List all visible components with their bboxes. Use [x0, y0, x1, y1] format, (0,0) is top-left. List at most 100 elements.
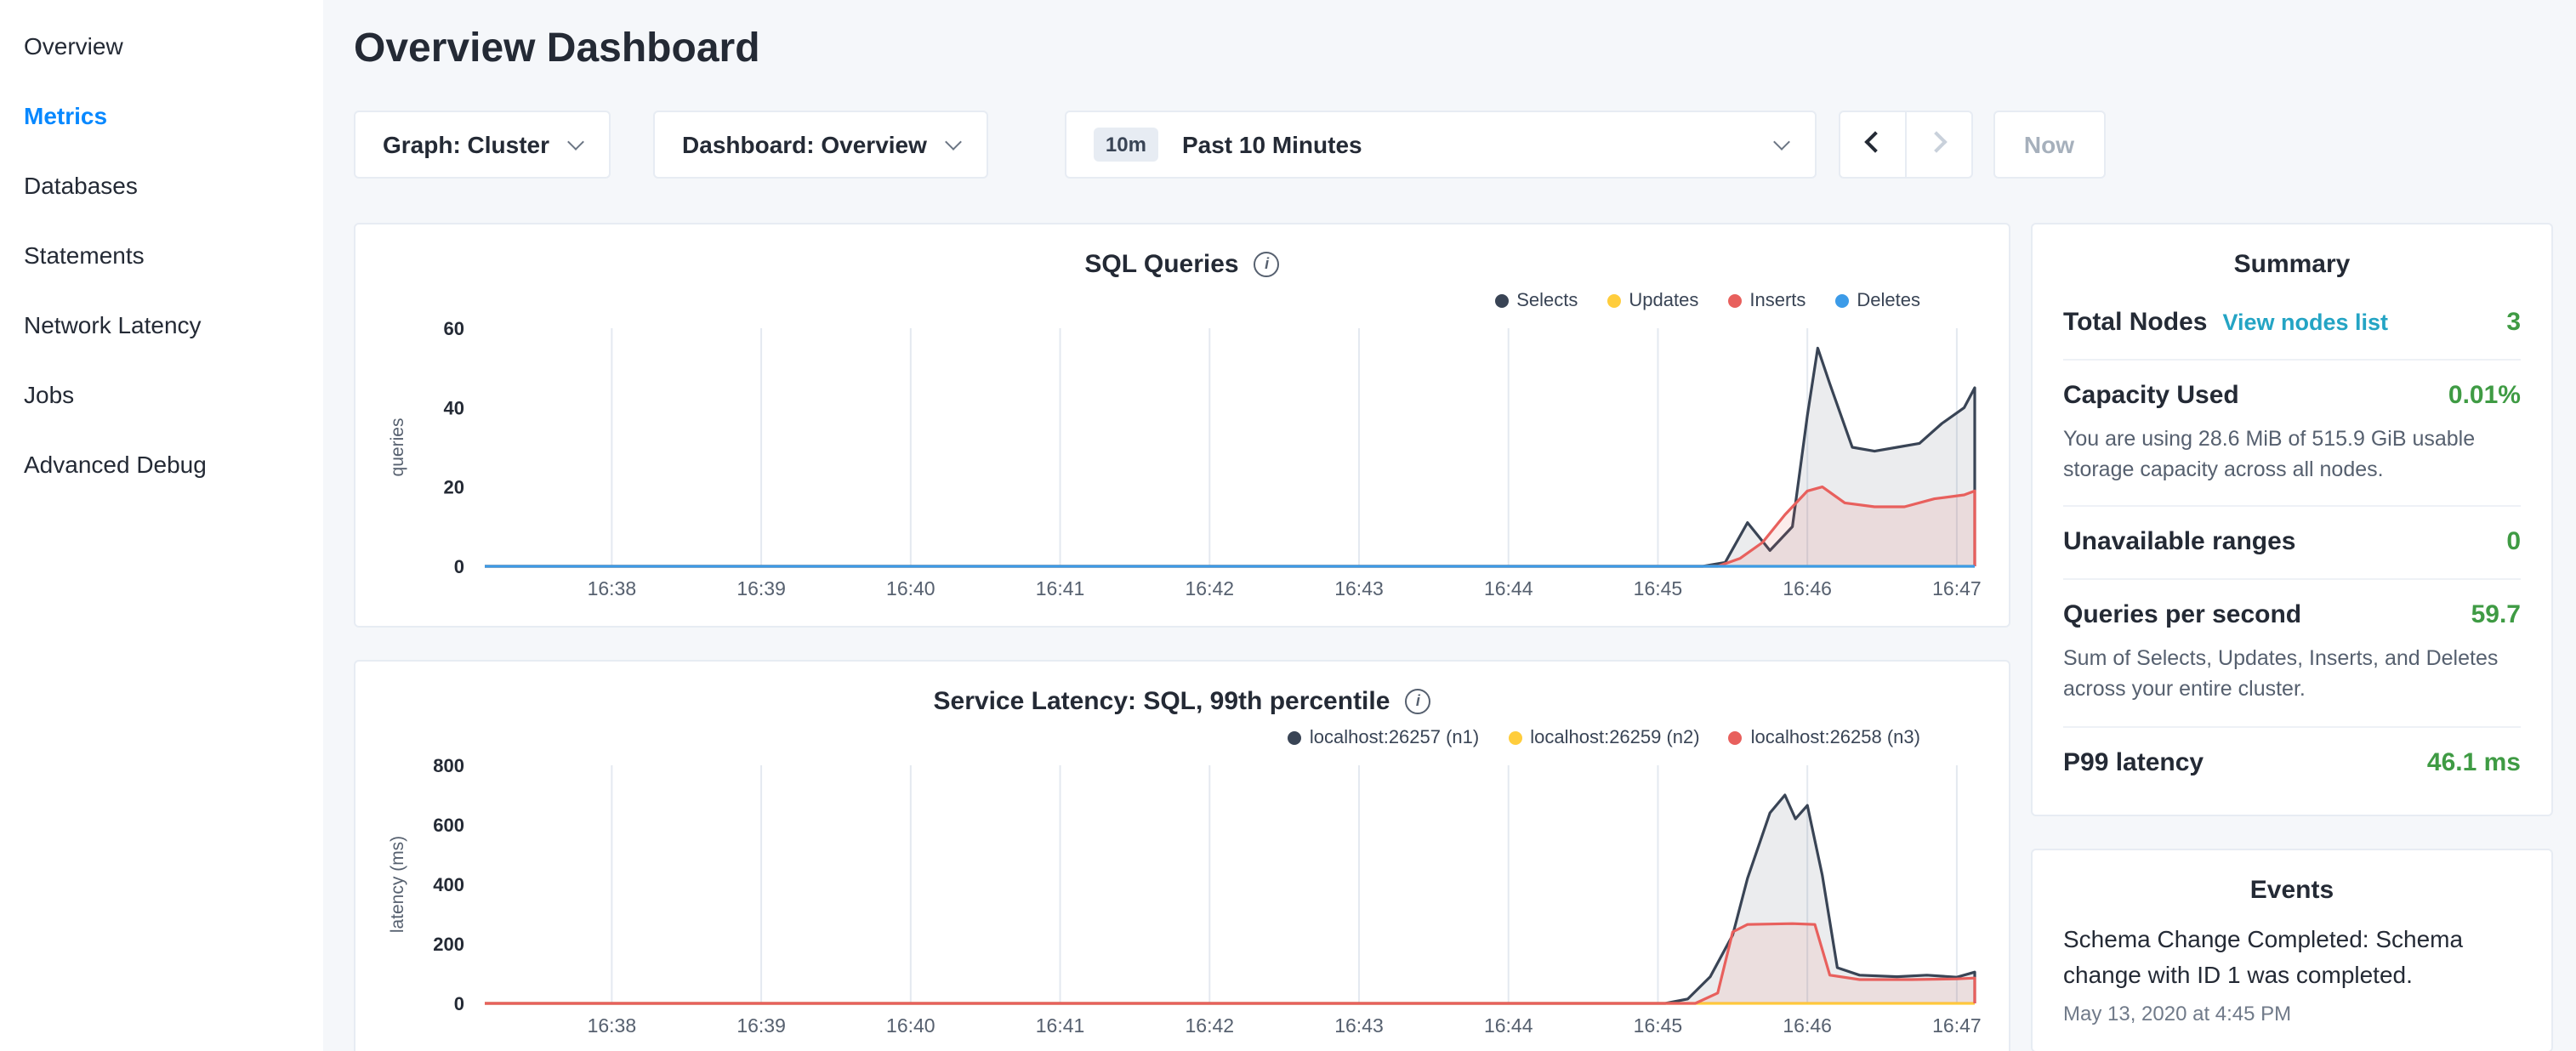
svg-text:40: 40 — [444, 397, 464, 418]
event-timestamp: May 13, 2020 at 4:45 PM — [2063, 1002, 2521, 1025]
summary-row-label: Capacity Used — [2063, 381, 2239, 410]
summary-rows: Total Nodes View nodes list 3 Capacity Used… — [2063, 287, 2521, 788]
chart-plot: 16:3816:3916:4016:4116:4216:4316:4416:45… — [379, 315, 1985, 619]
sidebar-item-metrics[interactable]: Metrics — [0, 82, 323, 151]
summary-row-value: 59.7 — [2471, 601, 2521, 630]
sidebar-item-statements[interactable]: Statements — [0, 221, 323, 291]
summary-row-head: Queries per second 59.7 — [2063, 601, 2521, 632]
svg-text:400: 400 — [433, 874, 464, 895]
sidebar-item-overview[interactable]: Overview — [0, 12, 323, 82]
time-range-selector[interactable]: 10m Past 10 Minutes — [1065, 111, 1817, 179]
events-list: Schema Change Completed: Schema change w… — [2063, 921, 2521, 1025]
sql-queries-chart-card: SQL Queries i Selects Updates Inserts Delet… — [354, 223, 2010, 628]
svg-text:16:43: 16:43 — [1334, 1014, 1384, 1037]
summary-title: Summary — [2063, 250, 2521, 279]
now-button[interactable]: Now — [1993, 111, 2105, 179]
info-icon[interactable]: i — [1254, 252, 1280, 277]
summary-row-queries-per-second: Queries per second 59.7 Sum of Selects, Up… — [2063, 581, 2521, 728]
time-range-badge: 10m — [1094, 128, 1158, 162]
dashboard-dropdown[interactable]: Dashboard: Overview — [653, 111, 988, 179]
time-back-button[interactable] — [1839, 111, 1907, 179]
sidebar-item-network-latency[interactable]: Network Latency — [0, 291, 323, 361]
main-content: Overview Dashboard Graph: Cluster Dashbo… — [323, 0, 2576, 1051]
toolbar: Graph: Cluster Dashboard: Overview 10m P… — [354, 111, 2553, 179]
legend-item-inserts[interactable]: Inserts — [1727, 291, 1805, 311]
svg-text:16:46: 16:46 — [1783, 577, 1832, 599]
svg-text:16:40: 16:40 — [886, 1014, 935, 1037]
svg-text:16:42: 16:42 — [1185, 577, 1234, 599]
sidebar-item-jobs[interactable]: Jobs — [0, 361, 323, 430]
chart-title-row: Service Latency: SQL, 99th percentile i — [379, 687, 1985, 716]
legend-label: Inserts — [1749, 291, 1805, 311]
summary-row-head: Capacity Used0.01% — [2063, 381, 2521, 412]
summary-panel: Summary Total Nodes View nodes list 3 Capac… — [2031, 223, 2553, 815]
time-forward-button[interactable] — [1905, 111, 1973, 179]
sidebar-item-databases[interactable]: Databases — [0, 151, 323, 221]
event-message: Schema Change Completed: Schema change w… — [2063, 921, 2521, 995]
svg-text:latency (ms): latency (ms) — [388, 836, 407, 933]
summary-row-left: Unavailable ranges — [2063, 528, 2295, 559]
sidebar-item-advanced-debug[interactable]: Advanced Debug — [0, 430, 323, 500]
svg-text:800: 800 — [433, 755, 464, 776]
svg-text:16:38: 16:38 — [588, 1014, 637, 1037]
svg-text:600: 600 — [433, 815, 464, 836]
chart-legend: Selects Updates Inserts Deletes — [379, 291, 1920, 311]
legend-dot-icon — [1494, 294, 1508, 308]
svg-text:16:43: 16:43 — [1334, 577, 1384, 599]
info-icon[interactable]: i — [1405, 689, 1430, 714]
summary-row-head: P99 latency46.1 ms — [2063, 747, 2521, 778]
legend-dot-icon — [1288, 731, 1301, 745]
legend-item-selects[interactable]: Selects — [1494, 291, 1578, 311]
summary-row-description: You are using 28.6 MiB of 515.9 GiB usab… — [2063, 423, 2521, 486]
summary-row-label: Total Nodes — [2063, 308, 2207, 337]
svg-text:16:45: 16:45 — [1634, 1014, 1683, 1037]
svg-text:16:38: 16:38 — [588, 577, 637, 599]
time-step-buttons — [1839, 111, 1973, 179]
legend-item-localhost-26259-n2[interactable]: localhost:26259 (n2) — [1508, 728, 1699, 748]
legend-dot-icon — [1729, 731, 1743, 745]
summary-row-left: Queries per second — [2063, 601, 2301, 632]
sidebar-nav: OverviewMetricsDatabasesStatementsNetwor… — [0, 0, 323, 1051]
dashboard-content: SQL Queries i Selects Updates Inserts Delet… — [354, 223, 2553, 1051]
summary-row-total-nodes: Total Nodes View nodes list 3 — [2063, 287, 2521, 361]
event-item[interactable]: Schema Change Completed: Schema change w… — [2063, 921, 2521, 1025]
legend-label: Updates — [1629, 291, 1698, 311]
chevron-down-icon — [567, 133, 584, 150]
summary-row-p99-latency: P99 latency46.1 ms — [2063, 727, 2521, 788]
page-title: Overview Dashboard — [354, 26, 2553, 73]
chart-svg: 16:3816:3916:4016:4116:4216:4316:4416:45… — [379, 752, 1988, 1048]
svg-text:60: 60 — [444, 318, 464, 339]
legend-label: localhost:26258 (n3) — [1751, 728, 1920, 748]
svg-text:16:39: 16:39 — [736, 1014, 786, 1037]
summary-row-label: P99 latency — [2063, 747, 2204, 776]
chart-title: SQL Queries — [1084, 250, 1238, 279]
chevron-down-icon — [1773, 133, 1790, 150]
summary-row-description: Sum of Selects, Updates, Inserts, and De… — [2063, 644, 2521, 706]
summary-row-left: Capacity Used — [2063, 381, 2239, 412]
svg-text:16:47: 16:47 — [1932, 577, 1982, 599]
view-nodes-list-link[interactable]: View nodes list — [2222, 310, 2388, 335]
charts-column: SQL Queries i Selects Updates Inserts Delet… — [354, 223, 2010, 1051]
svg-text:16:45: 16:45 — [1634, 577, 1683, 599]
graph-dropdown[interactable]: Graph: Cluster — [354, 111, 611, 179]
legend-label: localhost:26257 (n1) — [1310, 728, 1479, 748]
summary-row-label: Unavailable ranges — [2063, 528, 2295, 557]
svg-text:queries: queries — [388, 418, 407, 477]
svg-text:16:47: 16:47 — [1932, 1014, 1982, 1037]
svg-text:16:42: 16:42 — [1185, 1014, 1234, 1037]
svg-text:0: 0 — [454, 556, 464, 577]
legend-dot-icon — [1727, 294, 1741, 308]
svg-text:16:41: 16:41 — [1036, 1014, 1085, 1037]
legend-item-localhost-26257-n1[interactable]: localhost:26257 (n1) — [1288, 728, 1479, 748]
chart-title-row: SQL Queries i — [379, 250, 1985, 279]
svg-text:16:46: 16:46 — [1783, 1014, 1832, 1037]
legend-label: Deletes — [1857, 291, 1920, 311]
legend-item-localhost-26258-n3[interactable]: localhost:26258 (n3) — [1729, 728, 1920, 748]
chart-plot: 16:3816:3916:4016:4116:4216:4316:4416:45… — [379, 752, 1985, 1051]
dashboard-dropdown-label: Dashboard: Overview — [682, 131, 927, 158]
legend-item-deletes[interactable]: Deletes — [1834, 291, 1920, 311]
svg-text:16:44: 16:44 — [1484, 577, 1533, 599]
legend-item-updates[interactable]: Updates — [1606, 291, 1698, 311]
summary-row-value: 3 — [2506, 308, 2521, 337]
summary-row-unavailable-ranges: Unavailable ranges0 — [2063, 508, 2521, 581]
